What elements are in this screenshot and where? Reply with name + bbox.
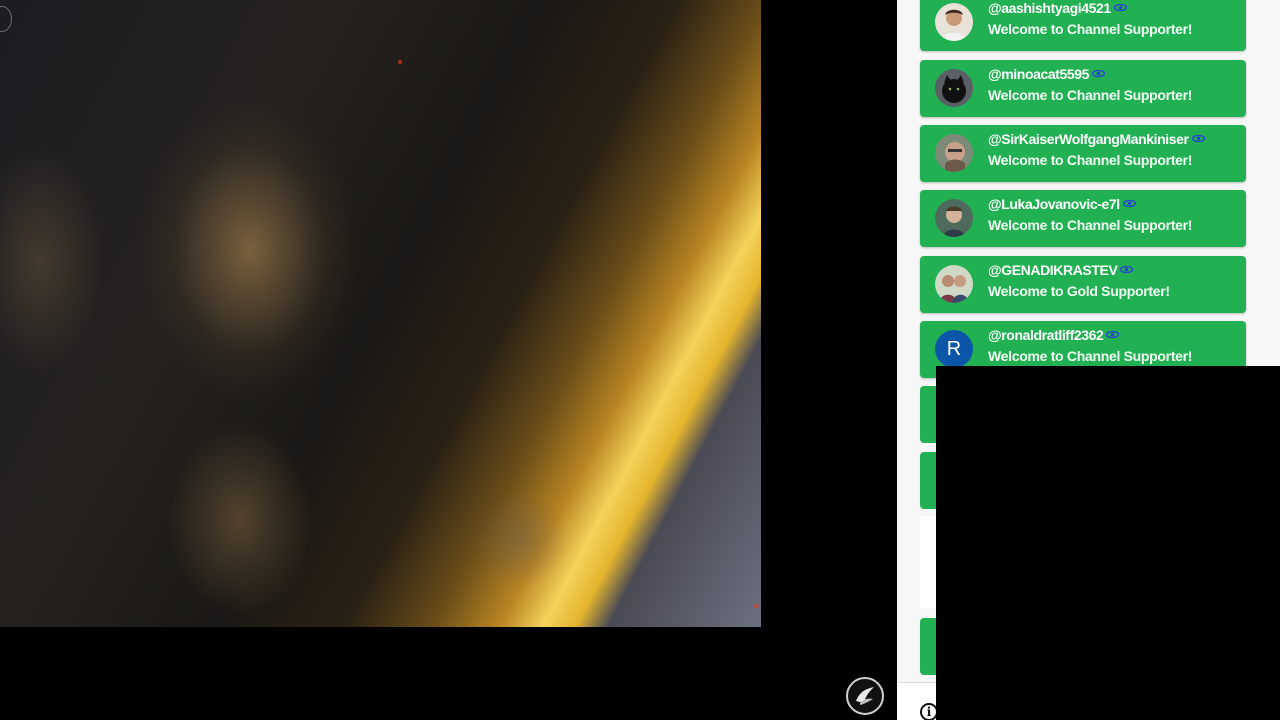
avatar[interactable]: [935, 3, 973, 41]
avatar[interactable]: [935, 134, 973, 172]
channel-logo-icon[interactable]: [846, 677, 884, 715]
member-badge-icon: [1113, 3, 1127, 12]
membership-message: @aashishtyagi4521 Welcome to Channel Sup…: [920, 0, 1246, 51]
member-badge-icon: [1122, 199, 1136, 208]
member-badge-icon: [1092, 69, 1106, 78]
chat-message: Welcome to Channel Supporter!: [988, 86, 1193, 103]
chat-message: Welcome to Gold Supporter!: [988, 282, 1170, 299]
video-corner-mark: [0, 6, 12, 32]
chat-message: Welcome to Channel Supporter!: [988, 20, 1193, 37]
member-badge-icon: [1120, 265, 1134, 274]
avatar[interactable]: [935, 69, 973, 107]
chat-message: Welcome to Channel Supporter!: [988, 347, 1193, 364]
chat-username[interactable]: @LukaJovanovic-e7l: [988, 195, 1136, 212]
chat-username[interactable]: @ronaldratliff2362: [988, 326, 1120, 343]
membership-message: @GENADIKRASTEV Welcome to Gold Supporter…: [920, 256, 1246, 313]
membership-message: @LukaJovanovic-e7l Welcome to Channel Su…: [920, 190, 1246, 247]
chat-username[interactable]: @aashishtyagi4521: [988, 0, 1127, 16]
avatar[interactable]: [935, 265, 973, 303]
mini-player-overlay: [936, 366, 1280, 720]
chat-message: Welcome to Channel Supporter!: [988, 216, 1193, 233]
chat-username[interactable]: @minoacat5595: [988, 65, 1106, 82]
chat-username[interactable]: @SirKaiserWolfgangMankiniser: [988, 130, 1205, 147]
chat-message: Welcome to Channel Supporter!: [988, 151, 1193, 168]
member-badge-icon: [1191, 134, 1205, 143]
video-player[interactable]: [0, 0, 761, 627]
avatar[interactable]: R: [935, 330, 973, 368]
chat-username[interactable]: @GENADIKRASTEV: [988, 261, 1134, 278]
avatar[interactable]: [935, 199, 973, 237]
member-badge-icon: [1106, 330, 1120, 339]
membership-message: @SirKaiserWolfgangMankiniser Welcome to …: [920, 125, 1246, 182]
membership-message: @minoacat5595 Welcome to Channel Support…: [920, 60, 1246, 117]
